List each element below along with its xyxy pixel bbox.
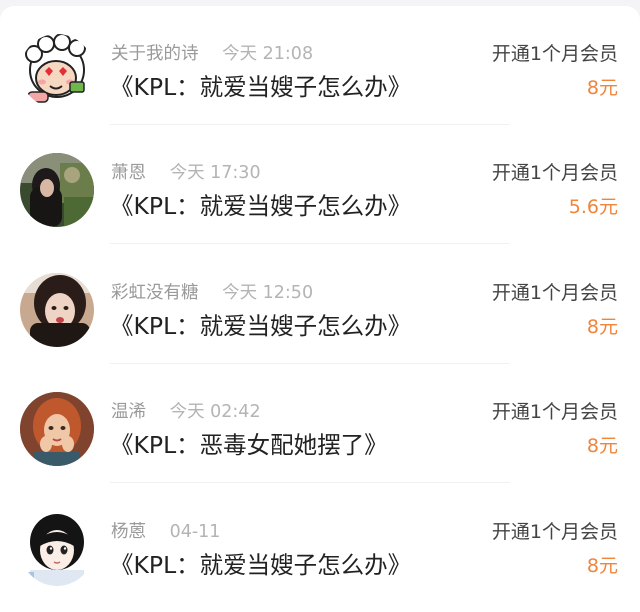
order-meta: 彩虹没有糖 今天 12:50 <box>111 281 313 305</box>
membership-plan: 开通1个月会员 <box>491 282 618 304</box>
cartoon-sheep-avatar[interactable] <box>20 34 94 108</box>
membership-plan: 开通1个月会员 <box>491 43 618 65</box>
order-row[interactable]: 杨蒽 04-11 《KPL：就爱当嫂子怎么办》 开通1个月会员 8元 <box>0 484 640 603</box>
row-divider <box>110 482 510 483</box>
order-time: 今天 12:50 <box>222 283 314 303</box>
buyer-name[interactable]: 关于我的诗 <box>111 44 199 64</box>
order-time: 今天 21:08 <box>222 44 314 64</box>
order-price: 8元 <box>586 316 618 338</box>
buyer-name[interactable]: 温浠 <box>111 402 146 422</box>
girl-selfie-avatar[interactable] <box>20 273 94 347</box>
order-price: 8元 <box>586 555 618 577</box>
girl-photo-avatar-image <box>20 153 94 227</box>
painted-girl-avatar[interactable] <box>20 392 94 466</box>
order-meta: 杨蒽 04-11 <box>111 520 220 544</box>
order-price: 8元 <box>586 435 618 457</box>
order-time: 04-11 <box>169 522 221 542</box>
painted-girl-avatar-image <box>20 392 94 466</box>
order-row[interactable]: 温浠 今天 02:42 《KPL：恶毒女配她摆了》 开通1个月会员 8元 <box>0 364 640 483</box>
row-divider <box>110 243 510 244</box>
anime-girl-avatar-image <box>20 512 94 586</box>
buyer-name[interactable]: 萧恩 <box>111 163 146 183</box>
book-title[interactable]: 《KPL：就爱当嫂子怎么办》 <box>110 548 411 582</box>
book-title[interactable]: 《KPL：恶毒女配她摆了》 <box>110 428 388 462</box>
membership-plan: 开通1个月会员 <box>491 521 618 543</box>
order-row[interactable]: 关于我的诗 今天 21:08 《KPL：就爱当嫂子怎么办》 开通1个月会员 8元 <box>0 6 640 125</box>
anime-girl-avatar[interactable] <box>20 512 94 586</box>
order-row[interactable]: 萧恩 今天 17:30 《KPL：就爱当嫂子怎么办》 开通1个月会员 5.6元 <box>0 125 640 244</box>
order-meta: 温浠 今天 02:42 <box>111 400 261 424</box>
order-list-page: 关于我的诗 今天 21:08 《KPL：就爱当嫂子怎么办》 开通1个月会员 8元 <box>0 0 640 612</box>
book-title[interactable]: 《KPL：就爱当嫂子怎么办》 <box>110 309 411 343</box>
buyer-name[interactable]: 杨蒽 <box>111 522 146 542</box>
book-title[interactable]: 《KPL：就爱当嫂子怎么办》 <box>110 70 411 104</box>
girl-selfie-avatar-image <box>20 273 94 347</box>
girl-photo-avatar[interactable] <box>20 153 94 227</box>
order-meta: 关于我的诗 今天 21:08 <box>111 42 313 66</box>
order-list-card: 关于我的诗 今天 21:08 《KPL：就爱当嫂子怎么办》 开通1个月会员 8元 <box>0 6 640 612</box>
order-price: 5.6元 <box>568 196 618 218</box>
order-price: 8元 <box>586 77 618 99</box>
order-time: 今天 02:42 <box>169 402 261 422</box>
order-meta: 萧恩 今天 17:30 <box>111 161 261 185</box>
buyer-name[interactable]: 彩虹没有糖 <box>111 283 199 303</box>
membership-plan: 开通1个月会员 <box>491 162 618 184</box>
cartoon-sheep-avatar-image <box>20 34 94 108</box>
order-time: 今天 17:30 <box>169 163 261 183</box>
membership-plan: 开通1个月会员 <box>491 401 618 423</box>
order-row[interactable]: 彩虹没有糖 今天 12:50 《KPL：就爱当嫂子怎么办》 开通1个月会员 8元 <box>0 245 640 364</box>
book-title[interactable]: 《KPL：就爱当嫂子怎么办》 <box>110 189 411 223</box>
